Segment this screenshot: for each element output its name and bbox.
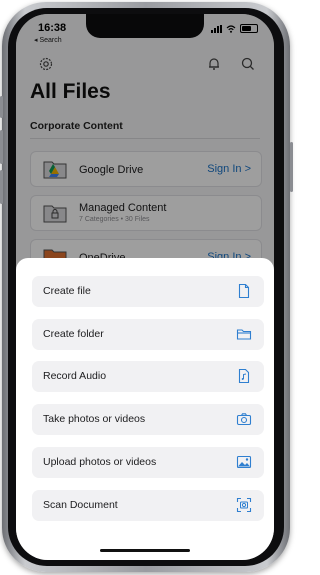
action-label: Upload photos or videos [43, 456, 157, 468]
action-label: Create folder [43, 328, 104, 340]
record-audio-button[interactable]: Record Audio [32, 361, 264, 392]
action-label: Take photos or videos [43, 413, 146, 425]
scan-icon [236, 497, 252, 513]
create-folder-button[interactable]: Create folder [32, 319, 264, 350]
power-button [290, 142, 293, 192]
image-icon [236, 455, 252, 469]
screen: 16:38 ◂ Search All Files Corporate Conte… [16, 14, 274, 560]
side-button [0, 96, 3, 118]
create-file-button[interactable]: Create file [32, 276, 264, 307]
camera-icon [236, 413, 252, 426]
folder-icon [236, 329, 252, 340]
volume-up-button [0, 130, 3, 164]
action-sheet: Create file Create folder Record Audio T… [16, 258, 274, 560]
action-label: Create file [43, 285, 91, 297]
scan-document-button[interactable]: Scan Document [32, 490, 264, 521]
home-indicator[interactable] [100, 549, 190, 552]
volume-down-button [0, 170, 3, 204]
take-photos-videos-button[interactable]: Take photos or videos [32, 404, 264, 435]
file-icon [238, 283, 250, 299]
action-label: Scan Document [43, 499, 118, 511]
audio-file-icon [238, 368, 250, 384]
action-label: Record Audio [43, 370, 107, 382]
upload-photos-videos-button[interactable]: Upload photos or videos [32, 447, 264, 478]
